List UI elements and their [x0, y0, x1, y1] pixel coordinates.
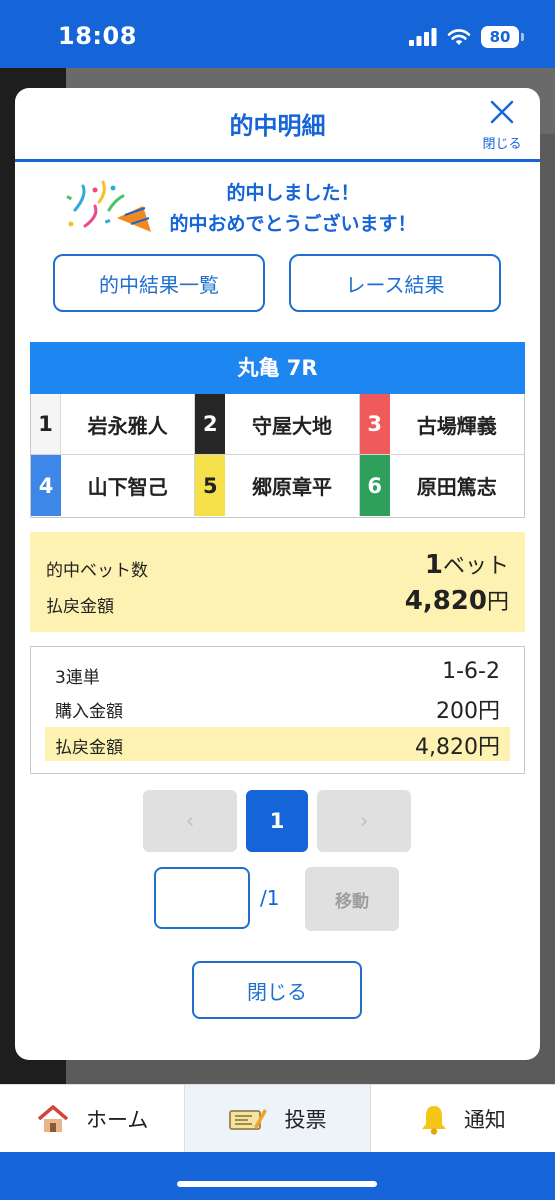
detail-payout-label: 払戻金額	[55, 738, 123, 758]
lane-number: 1	[31, 394, 61, 454]
racer-name: 山下智己	[87, 475, 168, 499]
page-total: /1	[260, 886, 280, 910]
racer-cell: 1 岩永雅人	[31, 394, 196, 455]
hit-bets-value: 1ベット	[425, 548, 509, 580]
bottom-tab-bar: ホーム 投票 通知	[0, 1084, 555, 1152]
status-icons: 80	[409, 26, 524, 48]
hit-results-list-button[interactable]: 的中結果一覧	[53, 254, 265, 312]
tab-vote-label: 投票	[284, 1107, 327, 1132]
success-message: 的中しました！ 的中おめでとうございます！	[143, 178, 443, 240]
hit-bets-unit: ベット	[442, 554, 509, 579]
ticket-pen-icon	[229, 1108, 268, 1130]
hit-bets-count: 1	[424, 550, 443, 580]
payout-label: 払戻金額	[46, 597, 114, 617]
close-icon-label: 閉じる	[482, 136, 522, 151]
purchase-label: 購入金額	[55, 702, 123, 722]
bell-icon	[421, 1105, 446, 1135]
close-button[interactable]: 閉じる	[192, 961, 362, 1019]
racer-name: 岩永雅人	[87, 413, 168, 438]
racer-name: 郷原章平	[251, 475, 332, 499]
racer-cell: 4 山下智己	[31, 455, 196, 516]
tab-home[interactable]: ホーム	[0, 1085, 184, 1152]
racer-name: 原田篤志	[416, 475, 497, 499]
move-page-button[interactable]: 移動	[305, 867, 399, 931]
modal-header: 的中明細 閉じる	[15, 88, 540, 162]
payout-amount: 4,820	[404, 586, 487, 616]
racer-cell: 3 古場輝義	[359, 394, 524, 455]
tab-vote[interactable]: 投票	[184, 1085, 371, 1152]
success-message-line1: 的中しました！	[226, 182, 360, 204]
home-icon	[37, 1104, 69, 1132]
lane-number: 5	[195, 455, 226, 516]
home-indicator[interactable]	[177, 1181, 377, 1187]
status-time: 18:08	[58, 22, 137, 50]
close-icon	[490, 100, 514, 124]
prev-page-button[interactable]: ‹	[143, 790, 237, 852]
purchase-row: 購入金額 200円	[45, 691, 510, 725]
tab-notify[interactable]: 通知	[371, 1085, 555, 1152]
racer-grid: 1 岩永雅人 2 守屋大地 3 古場輝義 4 山下智己 5 郷原章平 6 原田篤…	[30, 394, 525, 518]
modal-title: 的中明細	[229, 112, 326, 140]
status-bar: 18:08 80	[0, 0, 555, 68]
race-title: 丸亀 7R	[30, 342, 525, 394]
lane-number: 2	[195, 394, 226, 454]
bet-combination: 1-6-2	[442, 659, 500, 684]
hit-summary: 的中ベット数 1ベット 払戻金額 4,820円	[30, 532, 525, 632]
purchase-value: 200円	[436, 699, 500, 724]
lane-number: 4	[31, 455, 61, 516]
tab-home-label: ホーム	[85, 1107, 149, 1132]
race-results-button[interactable]: レース結果	[289, 254, 501, 312]
detail-payout-row: 払戻金額 4,820円	[45, 727, 510, 761]
lane-number: 3	[359, 394, 390, 454]
page-number-input[interactable]	[154, 867, 250, 929]
bet-detail: 3連単 1-6-2 購入金額 200円 払戻金額 4,820円	[30, 646, 525, 774]
close-icon-button[interactable]: 閉じる	[474, 98, 530, 154]
hit-detail-modal: 的中明細 閉じる 的中しました！ 的中おめでとうございます！ 的中結果一覧 レー…	[15, 88, 540, 1060]
bet-type-row: 3連単 1-6-2	[45, 657, 510, 691]
tab-notify-label: 通知	[463, 1107, 506, 1132]
detail-payout-value: 4,820円	[415, 735, 500, 760]
racer-cell: 2 守屋大地	[195, 394, 360, 455]
success-message-line2: 的中おめでとうございます！	[169, 213, 417, 235]
payout-value: 4,820円	[405, 584, 509, 616]
bet-type-label: 3連単	[55, 668, 100, 688]
signal-icon	[409, 28, 437, 46]
racer-name: 守屋大地	[251, 413, 332, 438]
hit-bets-label: 的中ベット数	[46, 561, 148, 581]
racer-cell: 5 郷原章平	[195, 455, 360, 516]
wifi-icon	[447, 29, 471, 45]
lane-number: 6	[359, 455, 390, 516]
racer-name: 古場輝義	[416, 413, 497, 438]
racer-cell: 6 原田篤志	[359, 455, 524, 516]
next-page-button[interactable]: ›	[317, 790, 411, 852]
current-page-button[interactable]: 1	[246, 790, 308, 852]
payout-unit: 円	[486, 590, 509, 615]
battery-icon: 80	[481, 26, 524, 48]
party-popper-icon	[66, 180, 151, 232]
